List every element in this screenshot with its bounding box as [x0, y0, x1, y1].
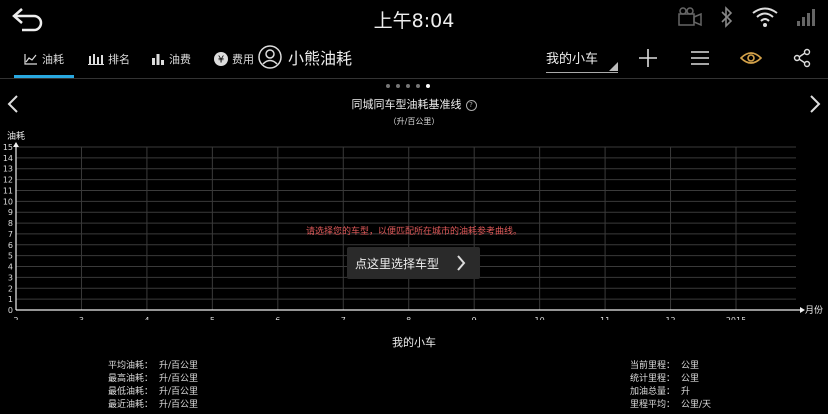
car-name-label: 我的小车 [392, 336, 436, 349]
x-tick-label: 3 [79, 316, 84, 320]
y-tick-label: 14 [3, 154, 13, 163]
app-toolbar: 油耗 排名 油费 ¥ 费用 小熊油耗 我的小车 [0, 40, 828, 79]
x-tick-label: 7 [341, 316, 346, 320]
ranking-icon [88, 54, 104, 65]
page-dot-active[interactable] [426, 84, 430, 88]
tab-expenses[interactable]: ¥ 费用 [214, 40, 254, 78]
y-tick-label: 15 [3, 143, 13, 152]
y-tick-label: 10 [3, 197, 13, 206]
y-axis-label: 油耗 [7, 130, 25, 142]
dropdown-triangle-icon [609, 62, 618, 71]
bluetooth-icon [721, 6, 733, 28]
stat-row: 里程平均： 公里/天 [630, 400, 712, 410]
page-dot[interactable] [406, 84, 410, 88]
x-axis-label: 月份 [805, 304, 823, 316]
x-tick-label: 6 [275, 316, 280, 320]
y-axis-arrow [13, 142, 19, 147]
y-tick-label: 3 [8, 273, 13, 282]
line-chart-icon [24, 54, 37, 65]
left-stats: 平均油耗： 升/百公里 最高油耗： 升/百公里 最低油耗： 升/百公里 最近油耗： 升/… [108, 360, 198, 412]
y-tick-label: 13 [3, 165, 13, 174]
chart-title: 同城同车型油耗基准线? [0, 96, 828, 112]
x-tick-label: 8 [406, 316, 411, 320]
add-icon[interactable] [638, 48, 658, 68]
tab-fuel-cost[interactable]: 油费 [151, 40, 191, 78]
y-tick-label: 5 [8, 252, 13, 261]
app-name: 小熊油耗 [288, 49, 353, 68]
stat-row: 加油总量：升 [630, 387, 691, 397]
x-tick-label: 10 [535, 316, 545, 320]
x-tick-label: 5 [210, 316, 215, 320]
x-tick-label: 11 [600, 316, 610, 320]
page-dot[interactable] [396, 84, 400, 88]
user-avatar-icon[interactable] [258, 45, 282, 69]
y-tick-label: 11 [3, 186, 13, 195]
select-car-model-button[interactable]: 点这里选择车型 [347, 247, 480, 279]
page-dot[interactable] [416, 84, 420, 88]
stat-row: 最高油耗： 升/百公里 [108, 374, 199, 384]
x-tick-label: 12 [665, 316, 675, 320]
car-selector[interactable]: 我的小车 [546, 48, 618, 73]
signal-icon [797, 9, 815, 26]
stat-row: 当前里程： 公里 [630, 361, 700, 371]
video-camera-icon [678, 7, 702, 27]
stat-row: 最低油耗： 升/百公里 [108, 387, 199, 397]
app-brand: 小熊油耗 [258, 45, 352, 69]
eye-icon[interactable] [740, 50, 762, 66]
stat-row: 最近油耗： 升/百公里 [108, 400, 199, 410]
stat-row: 统计里程： 公里 [630, 374, 700, 384]
y-tick-label: 4 [8, 263, 13, 272]
chevron-right-icon [457, 255, 466, 271]
x-tick-label: 9 [472, 316, 477, 320]
car-selector-value: 我的小车 [546, 52, 599, 67]
y-tick-label: 1 [8, 295, 13, 304]
y-tick-label: 0 [8, 306, 13, 315]
select-model-hint: 请选择您的车型，以便匹配所在城市的油耗参考曲线。 [305, 227, 522, 237]
yen-icon: ¥ [214, 52, 228, 66]
stat-row: 平均油耗： 升/百公里 [108, 361, 199, 371]
x-tick-label: 4 [144, 316, 149, 320]
y-tick-label: 12 [3, 176, 13, 185]
tab-fuel-consumption[interactable]: 油耗 [14, 40, 74, 78]
help-icon[interactable]: ? [465, 100, 477, 111]
chart-subtitle: （升/百公里） [388, 117, 440, 126]
x-tick-label: 2 [13, 316, 18, 320]
y-tick-label: 2 [8, 284, 13, 293]
menu-icon[interactable] [690, 48, 710, 68]
page-dot[interactable] [386, 84, 390, 88]
share-icon[interactable] [793, 48, 811, 68]
right-stats: 当前里程： 公里 统计里程： 公里 加油总量：升 里程平均： 公里/天 [630, 360, 711, 412]
x-tick-label: 2015 [726, 316, 746, 320]
page-indicator [386, 84, 430, 88]
y-tick-label: 6 [8, 241, 13, 250]
y-tick-label: 9 [8, 208, 13, 217]
bar-chart-icon [152, 54, 164, 65]
svg-text:¥: ¥ [218, 55, 224, 66]
status-bar: 上午8:04 [0, 0, 828, 36]
wifi-icon [752, 7, 778, 27]
tab-ranking[interactable]: 排名 [88, 40, 130, 78]
